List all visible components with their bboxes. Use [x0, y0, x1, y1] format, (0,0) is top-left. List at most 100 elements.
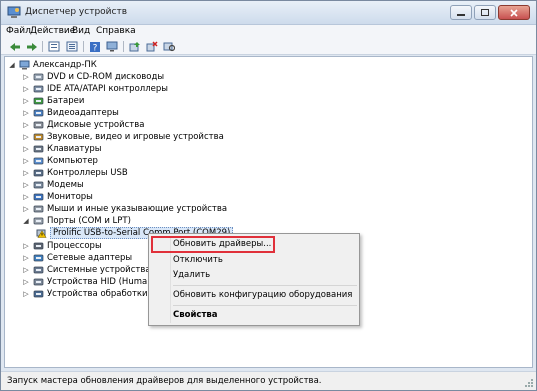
tree-item-cat-7[interactable]: ▷ Компьютер	[22, 155, 98, 167]
list-view-button[interactable]	[65, 40, 79, 53]
expand-icon[interactable]: ▷	[22, 265, 30, 275]
tree-item-label: Мыши и иные указывающие устройства	[47, 204, 228, 214]
tree-item-label: Системные устройства	[47, 265, 151, 275]
tree-item-after-0[interactable]: ▷ Процессоры	[22, 240, 102, 252]
battery-icon	[33, 97, 44, 105]
expand-icon[interactable]: ▷	[22, 72, 30, 82]
tree-item-cat-9[interactable]: ▷ Модемы	[22, 179, 83, 191]
menu-file[interactable]: Файл	[6, 26, 31, 36]
menu-properties[interactable]: Свойства	[173, 310, 218, 320]
scan-hardware-button[interactable]	[162, 40, 176, 53]
tree-item-cat-4[interactable]: ▷ Дисковые устройства	[22, 119, 144, 131]
system-device-icon	[33, 266, 44, 274]
tree-item-cat-6[interactable]: ▷ Клавиатуры	[22, 143, 101, 155]
expand-icon[interactable]: ▷	[22, 241, 30, 251]
expand-icon[interactable]: ▷	[22, 204, 30, 214]
tree-item-after-2[interactable]: ▷ Системные устройства	[22, 264, 151, 276]
menu-action[interactable]: Действие	[30, 26, 75, 36]
tree-item-cat-2[interactable]: ▷ Батареи	[22, 95, 84, 107]
menu-help[interactable]: Справка	[96, 26, 136, 36]
toolbar-separator	[83, 41, 84, 52]
tree-item-label: Процессоры	[47, 241, 102, 251]
help-icon: ?	[90, 41, 100, 53]
status-bar: Запуск мастера обновления драйверов для …	[1, 371, 536, 390]
collapse-icon[interactable]: ◢	[22, 216, 30, 226]
expand-icon[interactable]: ▷	[22, 84, 30, 94]
keyboard-icon	[33, 145, 44, 153]
expand-icon[interactable]: ▷	[22, 144, 30, 154]
expand-icon[interactable]: ▷	[22, 289, 30, 299]
tree-item-after-3[interactable]: ▷ Устройства HID (Human Im	[22, 276, 166, 288]
dvd-drive-icon	[33, 73, 44, 81]
tree-item-after-4[interactable]: ▷ Устройства обработки изо	[22, 288, 165, 300]
port-icon	[33, 217, 44, 225]
minimize-button[interactable]	[450, 5, 472, 20]
tree-root[interactable]: ◢ Александр-ПК	[8, 59, 97, 71]
menu-separator	[173, 285, 357, 286]
expand-icon[interactable]: ▷	[22, 96, 30, 106]
tree-item-cat-8[interactable]: ▷ Контроллеры USB	[22, 167, 127, 179]
menu-disable[interactable]: Отключить	[173, 255, 223, 265]
tree-item-label: Порты (COM и LPT)	[47, 216, 131, 226]
close-button[interactable]	[498, 5, 530, 20]
back-button[interactable]	[8, 40, 22, 53]
expand-icon[interactable]: ▷	[22, 277, 30, 287]
menu-scan-hardware[interactable]: Обновить конфигурацию оборудования	[173, 290, 352, 300]
maximize-icon	[481, 9, 489, 16]
disk-drive-icon	[33, 121, 44, 129]
update-driver-icon	[129, 42, 140, 52]
highlight-annotation	[151, 236, 275, 253]
tree-item-label: Компьютер	[47, 156, 98, 166]
tree-item-cat-5[interactable]: ▷ Звуковые, видео и игровые устройства	[22, 131, 224, 143]
expand-icon[interactable]: ▷	[22, 192, 30, 202]
mouse-icon	[33, 205, 44, 213]
tree-item-label: Батареи	[47, 96, 85, 106]
processor-icon	[33, 242, 44, 250]
toolbar-separator	[42, 41, 43, 52]
expand-icon[interactable]: ▷	[22, 120, 30, 130]
title-bar[interactable]: Диспетчер устройств	[1, 1, 536, 25]
imaging-device-icon	[33, 290, 44, 298]
help-button[interactable]: ?	[88, 40, 102, 53]
tree-item-cat-10[interactable]: ▷ Мониторы	[22, 191, 93, 203]
tree-item-cat-12[interactable]: ◢ Порты (COM и LPT)	[22, 215, 131, 227]
toolbar-separator	[123, 41, 124, 52]
menu-separator	[173, 305, 357, 306]
device-manager-icon	[7, 6, 21, 18]
monitor-icon	[33, 193, 44, 201]
expand-icon[interactable]: ▷	[22, 156, 30, 166]
forward-button[interactable]	[25, 40, 39, 53]
uninstall-button[interactable]	[145, 40, 159, 53]
resize-grip-icon[interactable]	[524, 378, 534, 388]
close-icon	[510, 8, 518, 17]
list-view-icon	[66, 41, 78, 52]
update-driver-button[interactable]	[128, 40, 142, 53]
menu-uninstall[interactable]: Удалить	[173, 270, 210, 280]
window-title: Диспетчер устройств	[25, 7, 128, 17]
collapse-icon[interactable]: ◢	[8, 60, 16, 70]
warning-port-icon	[36, 229, 47, 238]
modem-icon	[33, 181, 44, 189]
network-adapter-icon	[33, 254, 44, 262]
devices-view-icon	[106, 41, 118, 52]
tree-item-label: Видеоадаптеры	[47, 108, 119, 118]
properties-button[interactable]	[47, 40, 61, 53]
display-adapter-icon	[33, 109, 44, 117]
menu-view[interactable]: Вид	[72, 26, 90, 36]
uninstall-icon	[146, 41, 158, 52]
expand-icon[interactable]: ▷	[22, 180, 30, 190]
maximize-button[interactable]	[474, 5, 496, 20]
tree-item-cat-11[interactable]: ▷ Мыши и иные указывающие устройства	[22, 203, 227, 215]
expand-icon[interactable]: ▷	[22, 132, 30, 142]
tree-item-cat-1[interactable]: ▷ IDE ATA/ATAPI контроллеры	[22, 83, 168, 95]
tree-item-cat-3[interactable]: ▷ Видеоадаптеры	[22, 107, 119, 119]
devices-view-button[interactable]	[105, 40, 119, 53]
device-manager-window: Диспетчер устройств Файл Действие Вид Сп…	[0, 0, 537, 391]
expand-icon[interactable]: ▷	[22, 253, 30, 263]
status-text: Запуск мастера обновления драйверов для …	[7, 376, 322, 386]
tree-item-after-1[interactable]: ▷ Сетевые адаптеры	[22, 252, 132, 264]
tree-item-cat-0[interactable]: ▷ DVD и CD-ROM дисководы	[22, 71, 164, 83]
expand-icon[interactable]: ▷	[22, 168, 30, 178]
expand-icon[interactable]: ▷	[22, 108, 30, 118]
hid-device-icon	[33, 278, 44, 286]
